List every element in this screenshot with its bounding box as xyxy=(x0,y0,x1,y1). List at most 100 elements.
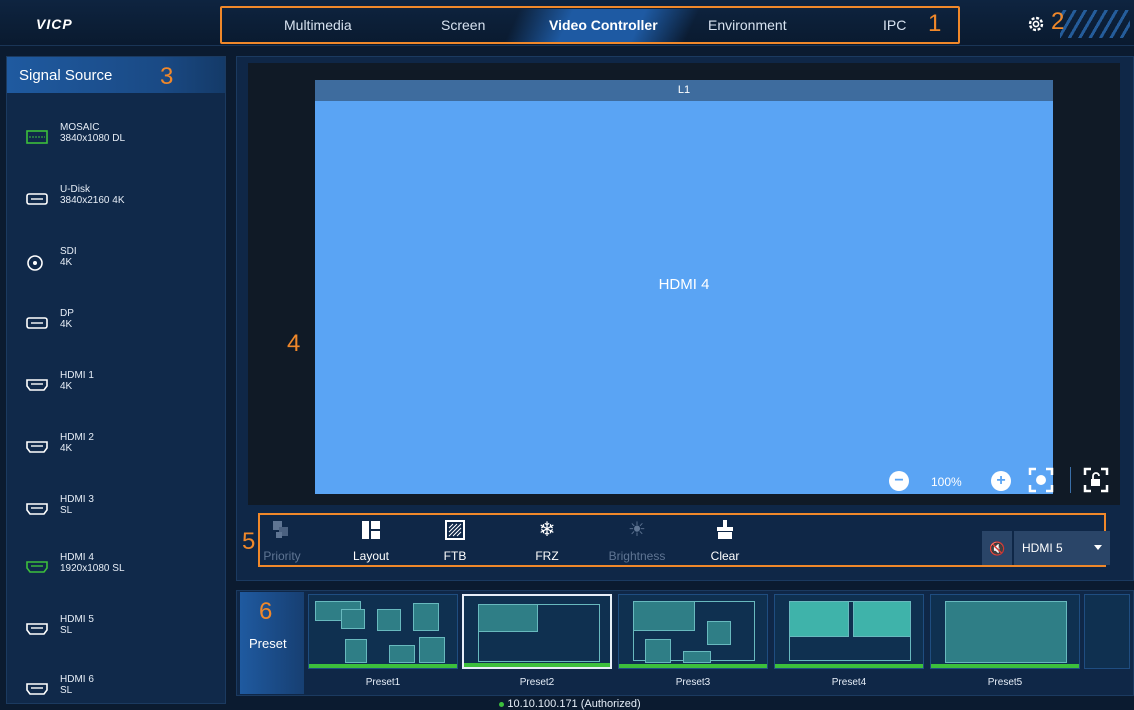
tab-screen[interactable]: Screen xyxy=(441,17,485,33)
hdmi-icon xyxy=(26,622,50,638)
brightness-icon: ☀ xyxy=(628,519,646,541)
priority-button[interactable]: Priority xyxy=(247,520,317,564)
callout-1: 1 xyxy=(928,10,942,37)
source-resolution: SL xyxy=(60,505,73,516)
source-item-mosaic[interactable]: MOSAIC 3840x1080 DL xyxy=(18,118,218,162)
hdmi-icon xyxy=(26,502,50,518)
preset-active-bar xyxy=(619,664,767,668)
source-item-hdmi-1[interactable]: HDMI 1 4K xyxy=(18,366,218,410)
callout-3: 3 xyxy=(160,63,174,90)
source-name: HDMI 2 xyxy=(60,432,94,443)
preset-card-2[interactable] xyxy=(462,594,612,669)
source-resolution: 1920x1080 SL xyxy=(60,563,125,574)
layer-source-label: HDMI 4 xyxy=(658,276,710,293)
audio-source-value: HDMI 5 xyxy=(1022,541,1063,555)
zoom-level: 100% xyxy=(931,475,962,489)
preset-card-4[interactable] xyxy=(774,594,924,669)
chevron-down-icon[interactable] xyxy=(1094,545,1102,550)
freeze-label: FRZ xyxy=(535,549,559,563)
ftb-label: FTB xyxy=(443,549,467,563)
preset-name-5: Preset5 xyxy=(987,677,1023,688)
layout-icon xyxy=(361,520,381,540)
preset-name-3: Preset3 xyxy=(675,677,711,688)
hdmi-icon xyxy=(26,378,50,394)
hdmi-icon xyxy=(26,560,50,576)
source-name: U-Disk xyxy=(60,184,90,195)
source-item-hdmi-2[interactable]: HDMI 2 4K xyxy=(18,428,218,472)
speaker-mute-icon: 🔇 xyxy=(989,541,1006,556)
fit-screen-icon[interactable] xyxy=(1027,466,1055,494)
app-logo: VICP xyxy=(36,16,73,32)
connection-status: 10.10.100.171 (Authorized) xyxy=(470,698,670,710)
priority-icon xyxy=(272,520,292,540)
callout-4: 4 xyxy=(287,330,301,357)
source-resolution: 4K xyxy=(60,319,73,330)
usb-disk-icon xyxy=(26,192,50,208)
tab-environment[interactable]: Environment xyxy=(708,17,787,33)
source-name: HDMI 4 xyxy=(60,552,94,563)
clear-icon xyxy=(715,520,735,540)
brightness-label: Brightness xyxy=(608,549,666,563)
preset-card-1[interactable] xyxy=(308,594,458,669)
signal-source-title: Signal Source xyxy=(7,57,225,93)
source-name: HDMI 1 xyxy=(60,370,94,381)
zoom-in-icon[interactable]: + xyxy=(991,471,1011,491)
gear-icon[interactable] xyxy=(1027,15,1045,33)
source-item-dp[interactable]: DP 4K xyxy=(18,304,218,348)
source-resolution: SL xyxy=(60,685,73,696)
zoom-out-icon[interactable]: − xyxy=(889,471,909,491)
preset-name-2: Preset2 xyxy=(519,677,555,688)
source-resolution: 3840x1080 DL xyxy=(60,133,126,144)
freeze-button[interactable]: ❄ FRZ xyxy=(512,520,582,564)
status-dot-icon xyxy=(499,701,505,707)
priority-label: Priority xyxy=(263,549,301,563)
tab-video-controller[interactable]: Video Controller xyxy=(549,17,658,33)
tab-multimedia[interactable]: Multimedia xyxy=(284,17,352,33)
ftb-icon xyxy=(445,520,465,540)
preset-active-bar xyxy=(309,664,457,668)
preset-name-4: Preset4 xyxy=(831,677,867,688)
source-name: SDI xyxy=(60,246,77,257)
source-item-hdmi-6[interactable]: HDMI 6 SL xyxy=(18,670,218,710)
preset-active-bar xyxy=(464,663,610,667)
preset-active-bar xyxy=(931,664,1079,668)
source-name: HDMI 3 xyxy=(60,494,94,505)
source-resolution: 4K xyxy=(60,257,73,268)
status-text: 10.10.100.171 (Authorized) xyxy=(507,698,641,710)
source-item-hdmi-4[interactable]: HDMI 4 1920x1080 SL xyxy=(18,548,218,592)
preset-card-6[interactable] xyxy=(1084,594,1130,669)
unlock-icon[interactable] xyxy=(1082,466,1110,494)
clear-button[interactable]: Clear xyxy=(690,520,760,564)
mosaic-icon xyxy=(26,130,50,146)
hdmi-icon xyxy=(26,440,50,456)
preset-title: Preset xyxy=(249,636,287,651)
sdi-icon xyxy=(26,254,50,271)
source-resolution: 4K xyxy=(60,443,73,454)
toolbar-divider xyxy=(1070,467,1071,493)
signal-source-label: Signal Source xyxy=(19,67,113,84)
tab-ipc[interactable]: IPC xyxy=(883,17,906,33)
preset-name-1: Preset1 xyxy=(365,677,401,688)
brightness-button[interactable]: ☀ Brightness xyxy=(602,520,672,564)
hdmi-icon xyxy=(26,682,50,698)
layer-title-bar[interactable]: L1 xyxy=(315,80,1053,101)
preset-active-bar xyxy=(775,664,923,668)
callout-2: 2 xyxy=(1051,8,1065,35)
displayport-icon xyxy=(26,316,50,332)
preset-card-5[interactable] xyxy=(930,594,1080,669)
source-item-u-disk[interactable]: U-Disk 3840x2160 4K xyxy=(18,180,218,224)
source-name: HDMI 5 xyxy=(60,614,94,625)
clear-label: Clear xyxy=(710,549,740,563)
callout-6: 6 xyxy=(259,598,273,625)
source-item-sdi[interactable]: SDI 4K xyxy=(18,242,218,286)
source-item-hdmi-5[interactable]: HDMI 5 SL xyxy=(18,610,218,654)
layout-button[interactable]: Layout xyxy=(336,520,406,564)
source-resolution: SL xyxy=(60,625,73,636)
ftb-button[interactable]: FTB xyxy=(420,520,490,564)
source-item-hdmi-3[interactable]: HDMI 3 SL xyxy=(18,490,218,534)
source-resolution: 4K xyxy=(60,381,73,392)
source-name: DP xyxy=(60,308,74,319)
mute-button[interactable]: 🔇 xyxy=(982,531,1012,565)
preset-card-3[interactable] xyxy=(618,594,768,669)
source-resolution: 3840x2160 4K xyxy=(60,195,125,206)
